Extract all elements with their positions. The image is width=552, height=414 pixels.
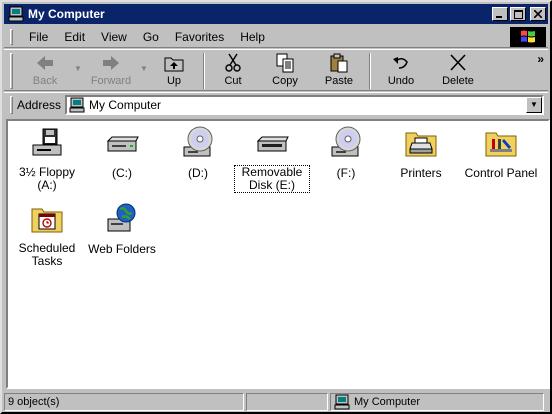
removable-disk-icon bbox=[256, 136, 289, 152]
address-dropdown-button[interactable]: ▼ bbox=[526, 96, 542, 113]
windows-logo-icon bbox=[510, 27, 546, 47]
cut-label: Cut bbox=[224, 75, 242, 87]
item-removable-disk-e[interactable]: Removable Disk (E:) bbox=[234, 125, 310, 193]
item-printers[interactable]: Printers bbox=[384, 125, 458, 180]
content-pane[interactable]: 3½ Floppy (A:) (C:) (D:) Removable Disk … bbox=[6, 119, 550, 389]
forward-arrow-icon bbox=[103, 56, 119, 70]
status-location-text: My Computer bbox=[354, 395, 421, 408]
status-object-count: 9 object(s) bbox=[4, 392, 244, 411]
up-folder-icon bbox=[164, 57, 184, 72]
menu-go[interactable]: Go bbox=[135, 30, 167, 44]
item-label: 3½ Floppy (A:) bbox=[18, 165, 76, 192]
undo-icon bbox=[393, 57, 408, 69]
item-label: Removable Disk (E:) bbox=[234, 165, 310, 193]
scheduled-tasks-icon bbox=[31, 208, 63, 233]
back-button[interactable]: Back bbox=[17, 50, 73, 90]
delete-label: Delete bbox=[442, 75, 474, 87]
item-label: (D:) bbox=[188, 166, 208, 180]
web-folders-icon bbox=[107, 203, 136, 232]
forward-dropdown-icon[interactable]: ▼ bbox=[139, 50, 149, 73]
item-control-panel[interactable]: Control Panel bbox=[461, 125, 541, 180]
printers-folder-icon bbox=[405, 132, 437, 157]
menu-edit[interactable]: Edit bbox=[56, 30, 93, 44]
delete-x-icon bbox=[450, 54, 466, 71]
item-label: (C:) bbox=[112, 166, 132, 180]
undo-label: Undo bbox=[387, 75, 415, 87]
my-computer-icon bbox=[69, 97, 85, 112]
minimize-icon bbox=[496, 16, 502, 18]
forward-label: Forward bbox=[90, 75, 132, 87]
minimize-button[interactable] bbox=[492, 7, 508, 21]
paste-button[interactable]: Paste bbox=[313, 50, 365, 90]
my-computer-icon bbox=[8, 6, 24, 22]
toolbar-overflow-chevron[interactable]: » bbox=[537, 52, 544, 66]
cd-drive-icon bbox=[331, 126, 361, 157]
standard-toolbar: Back ▼ Forward ▼ Up Cut Copy Paste Undo … bbox=[4, 49, 548, 91]
item-label: Scheduled Tasks bbox=[18, 241, 76, 268]
scissors-icon bbox=[225, 53, 241, 72]
menu-favorites[interactable]: Favorites bbox=[167, 30, 232, 44]
paste-label: Paste bbox=[324, 75, 354, 87]
title-bar[interactable]: My Computer bbox=[4, 4, 548, 24]
addressbar-grip[interactable] bbox=[10, 95, 13, 114]
menubar-grip[interactable] bbox=[10, 28, 13, 45]
address-value[interactable]: My Computer bbox=[89, 98, 526, 112]
paste-icon bbox=[330, 53, 348, 73]
address-combobox[interactable]: My Computer ▼ bbox=[65, 94, 544, 115]
delete-button[interactable]: Delete bbox=[427, 50, 489, 90]
item-drive-c[interactable]: (C:) bbox=[85, 125, 159, 180]
chevron-down-icon: ▼ bbox=[530, 100, 538, 109]
back-dropdown-icon[interactable]: ▼ bbox=[73, 50, 83, 73]
address-label: Address bbox=[17, 97, 62, 112]
item-label: Web Folders bbox=[88, 242, 156, 256]
undo-button[interactable]: Undo bbox=[375, 50, 427, 90]
menu-help[interactable]: Help bbox=[232, 30, 273, 44]
copy-icon bbox=[276, 53, 294, 73]
explorer-window: My Computer File Edit View Go Favorites … bbox=[0, 0, 552, 414]
back-arrow-icon bbox=[37, 56, 53, 70]
close-button[interactable] bbox=[530, 7, 546, 21]
status-empty-pane bbox=[246, 392, 328, 411]
up-label: Up bbox=[166, 75, 182, 87]
item-label: Control Panel bbox=[464, 166, 538, 180]
maximize-icon bbox=[513, 9, 523, 19]
item-label: (F:) bbox=[336, 166, 356, 180]
back-label: Back bbox=[32, 75, 58, 87]
item-drive-f[interactable]: (F:) bbox=[309, 125, 383, 180]
floppy-drive-icon bbox=[32, 128, 62, 156]
menu-file[interactable]: File bbox=[21, 30, 56, 44]
close-icon bbox=[534, 10, 542, 18]
control-panel-icon bbox=[485, 132, 517, 157]
item-web-folders[interactable]: Web Folders bbox=[85, 201, 159, 256]
cut-button[interactable]: Cut bbox=[209, 50, 257, 90]
status-count-text: 9 object(s) bbox=[8, 395, 60, 408]
hard-drive-icon bbox=[106, 136, 139, 152]
cd-drive-icon bbox=[183, 126, 213, 157]
item-drive-d[interactable]: (D:) bbox=[161, 125, 235, 180]
forward-button[interactable]: Forward bbox=[83, 50, 139, 90]
toolbar-grip[interactable] bbox=[10, 53, 13, 89]
status-location: My Computer bbox=[330, 392, 544, 411]
item-label: Printers bbox=[400, 166, 442, 180]
item-floppy-a[interactable]: 3½ Floppy (A:) bbox=[10, 125, 84, 192]
address-bar: Address My Computer ▼ bbox=[4, 92, 548, 116]
maximize-button[interactable] bbox=[510, 7, 526, 21]
item-scheduled-tasks[interactable]: Scheduled Tasks bbox=[10, 201, 84, 268]
menu-bar: File Edit View Go Favorites Help bbox=[4, 26, 548, 48]
up-button[interactable]: Up bbox=[149, 50, 199, 90]
status-bar: 9 object(s) My Computer bbox=[4, 391, 550, 412]
menu-view[interactable]: View bbox=[93, 30, 135, 44]
copy-button[interactable]: Copy bbox=[257, 50, 313, 90]
toolbar-separator bbox=[369, 53, 371, 89]
toolbar-separator bbox=[203, 53, 205, 89]
copy-label: Copy bbox=[272, 75, 298, 87]
window-title: My Computer bbox=[28, 7, 105, 21]
my-computer-icon bbox=[334, 394, 350, 409]
